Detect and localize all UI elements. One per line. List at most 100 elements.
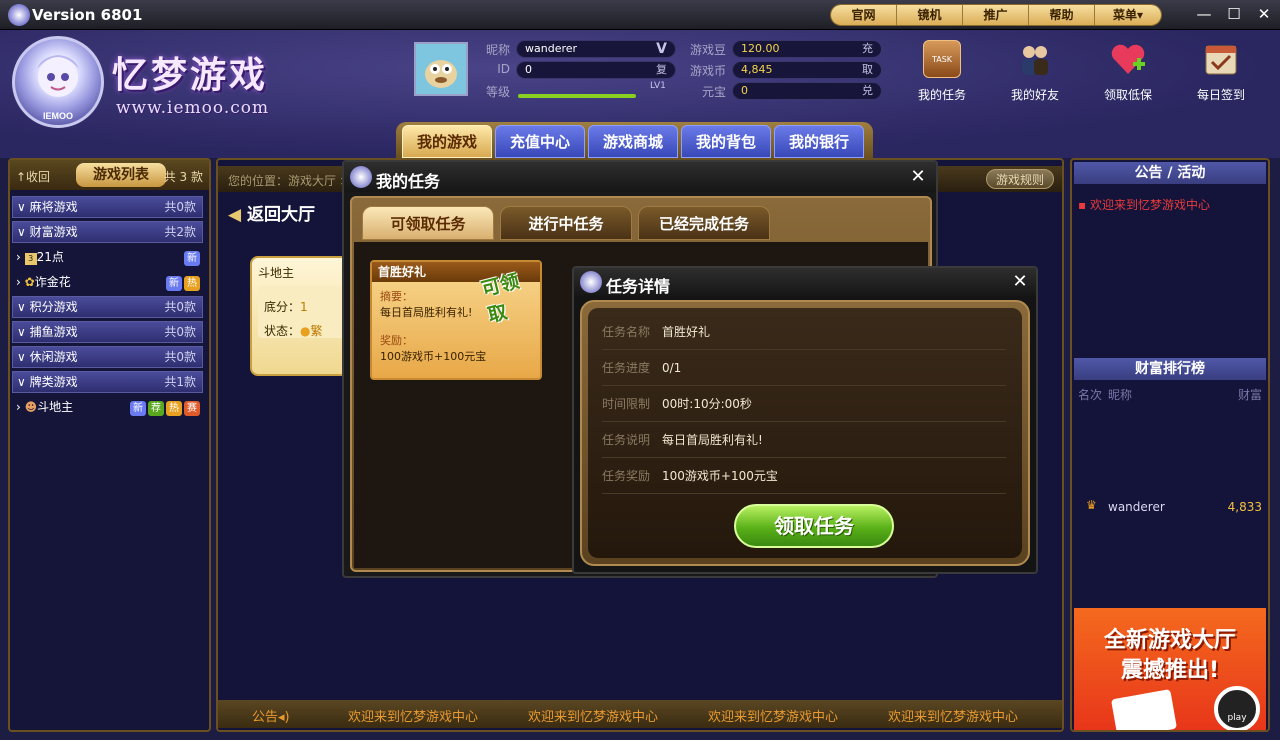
tab-available[interactable]: 可领取任务 xyxy=(362,206,494,240)
minimize-button[interactable]: — xyxy=(1192,4,1216,26)
back-arrow-icon: ◀ xyxy=(228,205,247,225)
daily-signin-label: 每日签到 xyxy=(1196,88,1245,102)
tab-bank[interactable]: 我的银行 xyxy=(774,125,864,158)
detail-key: 任务进度 xyxy=(602,361,651,375)
tab-store[interactable]: 游戏商城 xyxy=(588,125,678,158)
detail-key: 任务奖励 xyxy=(602,469,651,483)
new-badge: 新 xyxy=(130,401,146,416)
category-count: 共0款 xyxy=(164,350,196,364)
status-dot-icon: ● xyxy=(300,324,311,338)
rank-wealth: 4,833 xyxy=(1227,500,1262,514)
game-zhajinhua[interactable]: › ✿诈金花新热 xyxy=(16,271,204,293)
detail-row: 任务说明 每日首局胜利有礼! xyxy=(602,422,1006,458)
toolbar: TASK 我的任务 我的好友 领取低保 每日签到 xyxy=(0,30,1280,130)
nav-menu[interactable]: 菜单▾ xyxy=(1095,5,1161,25)
hot-badge: 热 xyxy=(166,401,182,416)
my-tasks-label: 我的任务 xyxy=(917,88,966,102)
category-cards[interactable]: ∨ 牌类游戏 共1款 xyxy=(12,371,203,393)
category-label: 休闲游戏 xyxy=(29,350,78,364)
playing-cards-icon xyxy=(1110,689,1178,730)
claim-allowance-button[interactable]: 领取低保 xyxy=(1088,40,1168,103)
title-bar: Version 6801 官网 镜机 推广 帮助 菜单▾ — ☐ ✕ xyxy=(0,0,1280,30)
promo-banner[interactable]: 全新游戏大厅 震撼推出! play xyxy=(1074,608,1266,730)
rank-medal-icon: ♛ xyxy=(1086,498,1097,512)
notice-item[interactable]: ▪ 欢迎来到忆梦游戏中心 xyxy=(1078,196,1210,213)
maximize-button[interactable]: ☐ xyxy=(1222,4,1246,26)
detail-row: 时间限制 00时:10分:00秒 xyxy=(602,386,1006,422)
category-casual[interactable]: ∨ 休闲游戏 共0款 xyxy=(12,346,203,368)
back-label: 返回大厅 xyxy=(247,205,315,225)
category-label: 积分游戏 xyxy=(29,300,78,314)
announcement-text: 欢迎来到忆梦游戏中心 xyxy=(708,710,839,725)
promo-line2: 震撼推出! xyxy=(1120,658,1220,683)
my-tasks-button[interactable]: TASK 我的任务 xyxy=(902,40,982,103)
detail-key: 时间限制 xyxy=(602,397,651,411)
category-label: 捕鱼游戏 xyxy=(29,325,78,339)
back-to-lobby-button[interactable]: ◀ 返回大厅 xyxy=(228,200,315,225)
game-rules-button[interactable]: 游戏规则 xyxy=(986,169,1054,189)
category-points[interactable]: ∨ 积分游戏 共0款 xyxy=(12,296,203,318)
category-count: 共0款 xyxy=(164,300,196,314)
nav-official[interactable]: 官网 xyxy=(831,5,897,25)
category-wealth[interactable]: ∨ 财富游戏 共2款 xyxy=(12,221,203,243)
announcement-text: 欢迎来到忆梦游戏中心 xyxy=(348,710,479,725)
top-nav: 官网 镜机 推广 帮助 菜单▾ xyxy=(830,4,1162,26)
flower-icon: ✿ xyxy=(24,275,35,289)
task-book-icon: TASK xyxy=(923,40,961,78)
claim-task-button[interactable]: 领取任务 xyxy=(734,504,894,548)
version-label: Version 6801 xyxy=(32,6,143,24)
detail-row: 任务奖励 100游戏币+100元宝 xyxy=(602,458,1006,494)
close-icon[interactable]: ✕ xyxy=(1008,270,1032,294)
category-count: 共1款 xyxy=(164,375,196,389)
cards-icon: 3 xyxy=(24,253,37,265)
heart-plus-icon xyxy=(1109,40,1147,78)
my-friends-button[interactable]: 我的好友 xyxy=(995,40,1075,103)
dialog-title: 任务详情 xyxy=(606,277,671,296)
tab-recharge[interactable]: 充值中心 xyxy=(495,125,585,158)
detail-row: 任务进度 0/1 xyxy=(602,350,1006,386)
task-card[interactable]: 首胜好礼 摘要： 每日首局胜利有礼! 奖励： 100游戏币+100元宝 可领取 xyxy=(370,260,542,380)
daily-signin-button[interactable]: 每日签到 xyxy=(1181,40,1261,103)
category-count: 共0款 xyxy=(164,200,196,214)
rank-col-rank: 名次 xyxy=(1078,388,1103,402)
wealth-rank-title: 财富排行榜 xyxy=(1074,358,1266,380)
game-label: 诈金花 xyxy=(34,275,71,289)
breadcrumb: 您的位置：游戏大厅 > xyxy=(228,174,350,188)
collapse-button[interactable]: ↑收回 xyxy=(16,168,50,185)
main-tabs: 我的游戏 充值中心 游戏商城 我的背包 我的银行 xyxy=(396,122,873,158)
detail-inner: 任务名称 首胜好礼 任务进度 0/1 时间限制 00时:10分:00秒 任务说明 每日首… xyxy=(588,308,1022,558)
announcement-text: 欢迎来到忆梦游戏中心 xyxy=(528,710,659,725)
detail-value: 0/1 xyxy=(662,361,682,375)
nav-help[interactable]: 帮助 xyxy=(1029,5,1095,25)
nav-promote[interactable]: 推广 xyxy=(963,5,1029,25)
calendar-icon xyxy=(1202,40,1240,78)
category-label: 财富游戏 xyxy=(29,225,78,239)
close-icon[interactable]: ✕ xyxy=(906,165,930,189)
detail-value: 每日首局胜利有礼! xyxy=(662,433,763,447)
game-list-panel: ↑收回 游戏列表 共 3 款 ∨ 麻将游戏 共0款 ∨ 财富游戏 共2款 › 3 21… xyxy=(8,158,211,732)
tab-my-games[interactable]: 我的游戏 xyxy=(402,125,492,158)
close-button[interactable]: ✕ xyxy=(1252,4,1276,26)
recommend-badge: 荐 xyxy=(148,401,164,416)
game-doudizhu[interactable]: › ☻斗地主新荐热赛 xyxy=(16,396,204,418)
detail-row: 任务名称 首胜好礼 xyxy=(602,314,1006,350)
rank-col-wealth: 财富 xyxy=(1237,388,1262,402)
game-21-point[interactable]: › 3 21点新 xyxy=(16,246,204,268)
notice-title: 公告 / 活动 xyxy=(1074,162,1266,184)
category-mahjong[interactable]: ∨ 麻将游戏 共0款 xyxy=(12,196,203,218)
new-badge: 新 xyxy=(166,276,182,291)
tab-in-progress[interactable]: 进行中任务 xyxy=(500,206,632,240)
detail-key: 任务说明 xyxy=(602,433,651,447)
my-friends-label: 我的好友 xyxy=(1010,88,1059,102)
room-title: 斗地主 xyxy=(258,266,295,280)
category-fishing[interactable]: ∨ 捕鱼游戏 共0款 xyxy=(12,321,203,343)
mascot-icon xyxy=(350,166,372,188)
game-label: 21点 xyxy=(36,250,64,264)
base-score-label: 底分： xyxy=(264,300,301,314)
tab-completed[interactable]: 已经完成任务 xyxy=(638,206,770,240)
tab-backpack[interactable]: 我的背包 xyxy=(681,125,771,158)
category-count: 共0款 xyxy=(164,325,196,339)
reward-text: 100游戏币+100元宝 xyxy=(380,350,487,363)
nav-mirror[interactable]: 镜机 xyxy=(897,5,963,25)
game-list-header: ↑收回 游戏列表 共 3 款 xyxy=(10,160,209,190)
